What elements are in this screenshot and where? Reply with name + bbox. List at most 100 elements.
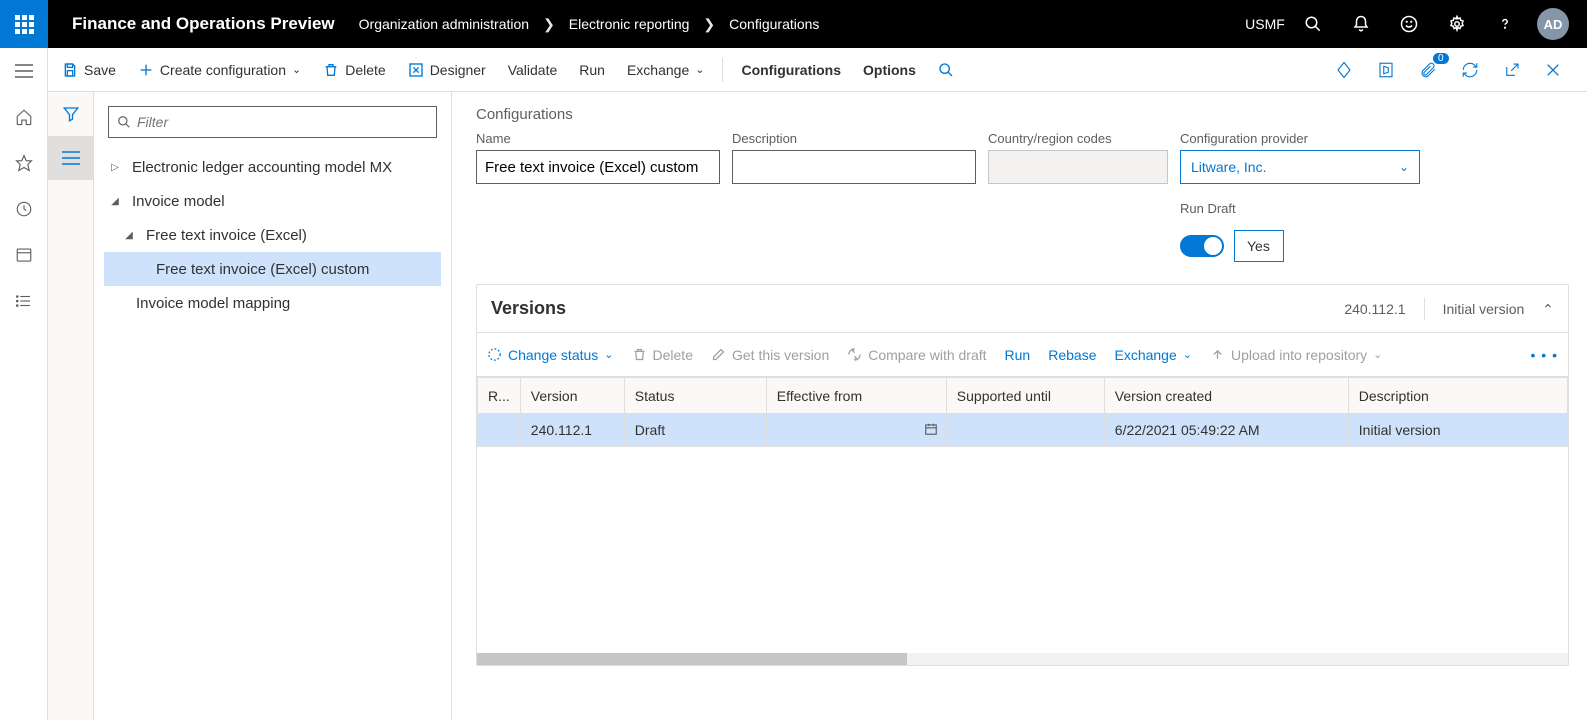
company-label[interactable]: USMF: [1243, 0, 1287, 48]
tree-node[interactable]: ◢ Invoice model: [104, 184, 441, 218]
description-input[interactable]: [732, 150, 976, 184]
breadcrumb-item[interactable]: Configurations: [729, 16, 819, 32]
run-button[interactable]: Run: [579, 62, 605, 78]
version-run-button[interactable]: Run: [1005, 347, 1031, 363]
nav-expand-button[interactable]: [0, 48, 48, 94]
save-button[interactable]: Save: [62, 62, 116, 78]
chevron-down-icon: ⌄: [1373, 348, 1382, 361]
compare-icon: [847, 347, 862, 362]
popout-icon: [1503, 61, 1521, 79]
exchange-button[interactable]: Exchange ⌄: [627, 62, 705, 78]
office-icon: [1377, 61, 1395, 79]
country-codes-input[interactable]: [988, 150, 1168, 184]
nav-modules-button[interactable]: [0, 278, 48, 324]
collapse-icon[interactable]: ◢: [108, 196, 122, 207]
rebase-label: Rebase: [1048, 347, 1096, 363]
user-avatar[interactable]: AD: [1531, 0, 1575, 48]
cell-effective[interactable]: [766, 414, 946, 447]
popout-button[interactable]: [1503, 61, 1531, 79]
attachments-button[interactable]: 0: [1419, 61, 1447, 79]
versions-head-version: 240.112.1: [1344, 301, 1405, 317]
grid-row[interactable]: 240.112.1 Draft 6/22/: [478, 414, 1568, 447]
tree-node[interactable]: ▷ Electronic ledger accounting model MX: [104, 150, 441, 184]
designer-button[interactable]: Designer: [408, 62, 486, 78]
nav-workspaces-button[interactable]: [0, 232, 48, 278]
expand-icon[interactable]: ▷: [108, 162, 122, 173]
tree-node[interactable]: ◢ Free text invoice (Excel): [104, 218, 441, 252]
col-supported[interactable]: Supported until: [946, 378, 1104, 414]
help-button[interactable]: [1483, 0, 1527, 48]
close-icon: [1545, 62, 1561, 78]
calendar-icon[interactable]: [924, 422, 938, 436]
cell-version: 240.112.1: [520, 414, 624, 447]
hamburger-icon: [15, 64, 33, 78]
main-content: Configurations Name Description Country/…: [452, 92, 1587, 720]
tree-node[interactable]: Invoice model mapping: [104, 286, 441, 320]
action-bar: Save Create configuration ⌄ Delete Desig…: [48, 48, 1587, 92]
col-effective[interactable]: Effective from: [766, 378, 946, 414]
office-button[interactable]: [1377, 61, 1405, 79]
close-button[interactable]: [1545, 62, 1573, 78]
smiley-button[interactable]: [1387, 0, 1431, 48]
version-exchange-button[interactable]: Exchange ⌄: [1114, 347, 1192, 363]
configurations-tab[interactable]: Configurations: [741, 62, 841, 78]
cell-status: Draft: [624, 414, 766, 447]
tree-filter-input[interactable]: [137, 114, 428, 130]
more-button[interactable]: • • •: [1531, 347, 1558, 363]
create-configuration-button[interactable]: Create configuration ⌄: [138, 62, 301, 78]
search-icon: [938, 62, 954, 78]
col-r[interactable]: R...: [478, 378, 521, 414]
nav-favorites-button[interactable]: [0, 140, 48, 186]
breadcrumb-item[interactable]: Electronic reporting: [569, 16, 690, 32]
separator: [722, 58, 723, 82]
versions-title: Versions: [491, 298, 566, 319]
provider-label: Configuration provider: [1180, 131, 1420, 146]
collapse-icon[interactable]: ◢: [122, 230, 136, 241]
app-launcher-button[interactable]: [0, 0, 48, 48]
tree-node-selected[interactable]: Free text invoice (Excel) custom: [104, 252, 441, 286]
refresh-button[interactable]: [1461, 61, 1489, 79]
separator: [1424, 298, 1425, 320]
run-draft-toggle[interactable]: [1180, 235, 1224, 257]
find-button[interactable]: [938, 62, 954, 78]
filter-toggle-button[interactable]: [48, 92, 94, 136]
horizontal-scrollbar[interactable]: [477, 653, 1568, 665]
tree-label: Free text invoice (Excel) custom: [156, 261, 369, 278]
toggle-knob: [1204, 237, 1222, 255]
upload-button[interactable]: Upload into repository ⌄: [1210, 347, 1382, 363]
nav-home-button[interactable]: [0, 94, 48, 140]
options-label: Options: [863, 62, 916, 78]
breadcrumb-item[interactable]: Organization administration: [359, 16, 529, 32]
options-tab[interactable]: Options: [863, 62, 916, 78]
gear-icon: [1448, 15, 1466, 33]
rebase-button[interactable]: Rebase: [1048, 347, 1096, 363]
settings-button[interactable]: [1435, 0, 1479, 48]
nav-recent-button[interactable]: [0, 186, 48, 232]
provider-select[interactable]: Litware, Inc. ⌄: [1180, 150, 1420, 184]
refresh-icon: [1461, 61, 1479, 79]
tree-filter-box[interactable]: [108, 106, 437, 138]
validate-button[interactable]: Validate: [508, 62, 558, 78]
notifications-button[interactable]: [1339, 0, 1383, 48]
workspace-icon: [15, 246, 33, 264]
scrollbar-thumb[interactable]: [477, 653, 907, 665]
compare-button[interactable]: Compare with draft: [847, 347, 986, 363]
col-version[interactable]: Version: [520, 378, 624, 414]
compare-label: Compare with draft: [868, 347, 986, 363]
delete-button[interactable]: Delete: [323, 62, 385, 78]
get-version-button[interactable]: Get this version: [711, 347, 829, 363]
version-delete-button[interactable]: Delete: [632, 347, 693, 363]
search-button[interactable]: [1291, 0, 1335, 48]
name-input[interactable]: [476, 150, 720, 184]
list-view-button[interactable]: [48, 136, 94, 180]
chevron-up-icon[interactable]: ⌄: [1542, 300, 1554, 317]
diamond-button[interactable]: [1335, 61, 1363, 79]
col-status[interactable]: Status: [624, 378, 766, 414]
configurations-label: Configurations: [741, 62, 841, 78]
col-created[interactable]: Version created: [1104, 378, 1348, 414]
upload-icon: [1210, 347, 1225, 362]
col-description[interactable]: Description: [1348, 378, 1567, 414]
change-status-button[interactable]: Change status ⌄: [487, 347, 614, 363]
configurations-tree-panel: ▷ Electronic ledger accounting model MX …: [94, 92, 452, 720]
configurations-tree: ▷ Electronic ledger accounting model MX …: [104, 150, 441, 320]
